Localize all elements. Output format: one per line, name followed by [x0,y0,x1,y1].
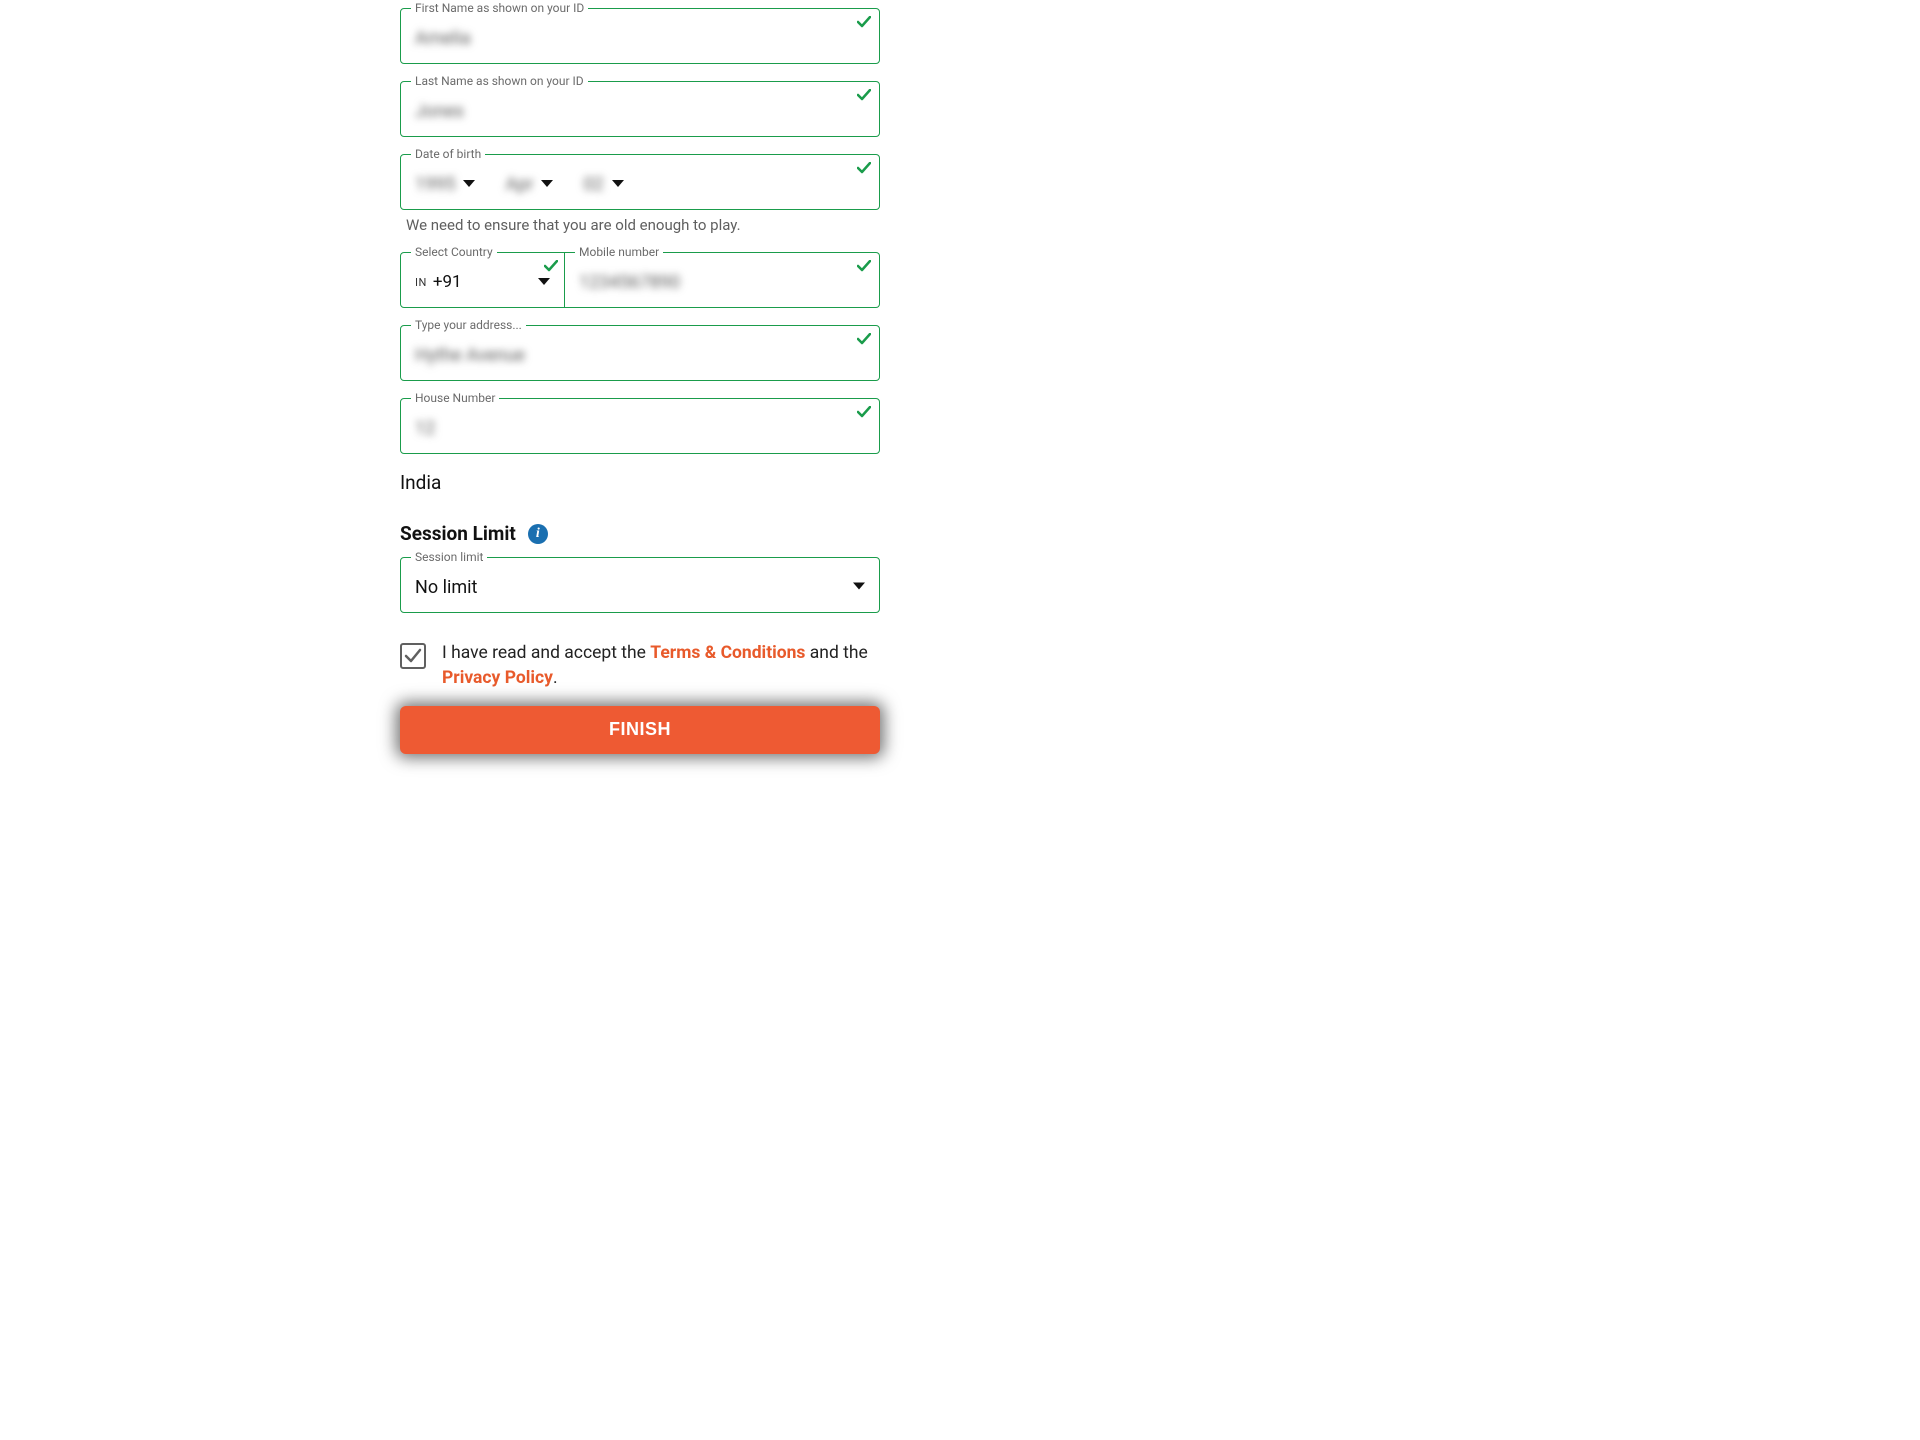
terms-suffix: . [553,668,558,688]
address-field[interactable]: Type your address... Hythe Avenue [400,325,880,381]
chevron-down-icon [541,180,553,188]
dob-day-select[interactable]: 02 [583,174,623,195]
chevron-down-icon [538,278,550,286]
country-select[interactable]: Select Country IN +91 [400,252,565,308]
terms-prefix: I have read and accept the [442,643,650,663]
dob-month-value: Apr [505,174,533,195]
privacy-policy-link[interactable]: Privacy Policy [442,668,553,688]
session-limit-label: Session limit [411,550,487,564]
dob-year-select[interactable]: 1995 [415,174,475,195]
chevron-down-icon [612,180,624,188]
dob-year-value: 1995 [415,174,455,195]
terms-mid: and the [805,643,867,663]
info-icon[interactable]: i [528,524,548,544]
first-name-label: First Name as shown on your ID [411,1,588,15]
registration-form: First Name as shown on your ID Amelia La… [400,8,880,754]
check-icon [857,86,871,105]
session-limit-heading: Session Limit [400,522,516,545]
check-icon [544,257,558,276]
check-icon [857,13,871,32]
terms-and-conditions-link[interactable]: Terms & Conditions [650,643,805,663]
house-number-field[interactable]: House Number 12 [400,398,880,454]
country-code: IN [415,276,427,289]
check-icon [857,330,871,349]
house-number-label: House Number [411,391,499,405]
terms-checkbox[interactable] [400,643,426,669]
mobile-value: 1234567890 [579,272,680,293]
check-icon [857,159,871,178]
chevron-down-icon [463,180,475,188]
address-label: Type your address... [411,318,526,332]
chevron-down-icon [853,576,865,595]
house-number-value: 12 [415,418,435,439]
check-icon [857,403,871,422]
first-name-value: Amelia [415,28,471,49]
country-label: Select Country [411,245,497,259]
last-name-label: Last Name as shown on your ID [411,74,588,88]
address-value: Hythe Avenue [415,345,525,366]
finish-button[interactable]: FINISH [400,706,880,754]
session-limit-select[interactable]: Session limit No limit [400,557,880,613]
country-mobile-row: Select Country IN +91 Mobile number 1234… [400,252,880,308]
mobile-label: Mobile number [575,245,663,259]
dob-day-value: 02 [583,174,603,195]
first-name-field[interactable]: First Name as shown on your ID Amelia [400,8,880,64]
country-text: India [400,471,880,494]
dob-field: Date of birth 1995 Apr 02 [400,154,880,210]
dob-hint: We need to ensure that you are old enoug… [406,216,880,234]
terms-text: I have read and accept the Terms & Condi… [442,641,880,692]
session-limit-heading-row: Session Limit i [400,522,880,545]
country-dial-code: +91 [433,272,462,292]
dob-month-select[interactable]: Apr [505,174,553,195]
dob-label: Date of birth [411,147,485,161]
check-icon [857,257,871,276]
last-name-value: Jones [415,101,464,122]
mobile-field[interactable]: Mobile number 1234567890 [565,252,880,308]
last-name-field[interactable]: Last Name as shown on your ID Jones [400,81,880,137]
terms-row: I have read and accept the Terms & Condi… [400,641,880,692]
session-limit-value: No limit [415,577,477,598]
